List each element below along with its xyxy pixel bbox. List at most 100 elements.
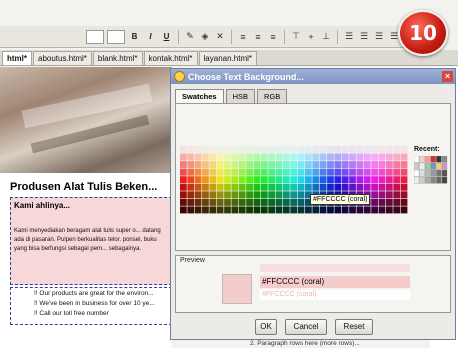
numbered-list-icon[interactable]: ☰ (358, 31, 370, 43)
color-swatch[interactable] (238, 161, 246, 169)
tab-rgb[interactable]: RGB (257, 89, 288, 103)
color-swatch[interactable] (385, 206, 393, 214)
color-swatch[interactable] (356, 146, 364, 153)
color-swatch[interactable] (356, 168, 364, 176)
bullet-list-icon[interactable]: ☰ (343, 31, 355, 43)
color-swatch[interactable] (327, 176, 334, 184)
color-swatch[interactable] (260, 161, 268, 169)
color-swatch[interactable] (305, 161, 312, 169)
color-swatch[interactable] (334, 153, 342, 161)
color-swatch[interactable] (282, 198, 290, 206)
color-swatch[interactable] (371, 161, 378, 169)
color-swatch[interactable] (282, 168, 290, 176)
tab-swatches[interactable]: Swatches (175, 89, 224, 103)
color-swatch[interactable] (194, 206, 202, 214)
color-swatch[interactable] (209, 153, 217, 161)
color-swatch[interactable] (297, 206, 305, 214)
color-swatch[interactable] (393, 176, 401, 184)
color-swatch[interactable] (187, 191, 195, 199)
color-swatch[interactable] (216, 153, 224, 161)
recent-swatch[interactable] (425, 169, 431, 177)
color-swatch[interactable] (209, 198, 217, 206)
color-swatch[interactable] (371, 168, 378, 176)
color-swatch[interactable] (400, 161, 408, 169)
color-swatch[interactable] (371, 191, 378, 199)
recent-swatch[interactable] (430, 176, 436, 184)
color-swatch[interactable] (327, 206, 334, 214)
color-swatch[interactable] (224, 146, 231, 153)
color-swatch[interactable] (385, 168, 393, 176)
color-swatch[interactable] (224, 161, 231, 169)
color-swatch[interactable] (282, 176, 290, 184)
color-swatch[interactable] (209, 191, 217, 199)
color-swatch[interactable] (231, 168, 239, 176)
recent-swatch[interactable] (419, 162, 425, 170)
color-swatch[interactable] (290, 191, 298, 199)
color-swatch[interactable] (216, 146, 224, 153)
color-swatch[interactable] (363, 153, 371, 161)
color-swatch[interactable] (349, 168, 356, 176)
color-swatch[interactable] (202, 206, 209, 214)
color-swatch[interactable] (327, 153, 334, 161)
color-swatch[interactable] (253, 183, 261, 191)
bold-button[interactable]: B (128, 30, 141, 44)
color-swatch[interactable] (216, 183, 224, 191)
color-swatch[interactable] (253, 168, 261, 176)
clear-format-icon[interactable]: ✕ (214, 31, 226, 43)
color-swatch[interactable] (327, 161, 334, 169)
color-swatch[interactable] (268, 183, 276, 191)
color-swatch[interactable] (378, 176, 386, 184)
color-swatch[interactable] (282, 146, 290, 153)
close-icon[interactable]: × (442, 71, 453, 82)
align-right-icon[interactable]: ≡ (267, 31, 279, 43)
color-swatch[interactable] (400, 183, 408, 191)
color-swatch[interactable] (253, 146, 261, 153)
color-swatch[interactable] (312, 176, 320, 184)
color-swatch[interactable] (216, 161, 224, 169)
text-color-icon[interactable]: ✎ (184, 31, 196, 43)
color-swatch[interactable] (363, 176, 371, 184)
color-swatch[interactable] (224, 153, 231, 161)
color-swatch[interactable] (393, 191, 401, 199)
color-swatch[interactable] (371, 153, 378, 161)
color-swatch[interactable] (180, 191, 187, 199)
color-swatch[interactable] (260, 153, 268, 161)
color-swatch[interactable] (385, 176, 393, 184)
color-swatch[interactable] (393, 153, 401, 161)
color-swatch[interactable] (238, 191, 246, 199)
tab-blank[interactable]: blank.html* (92, 51, 143, 65)
color-swatch[interactable] (385, 191, 393, 199)
color-swatch[interactable] (341, 153, 349, 161)
color-swatch[interactable] (378, 146, 386, 153)
color-swatch[interactable] (260, 176, 268, 184)
color-swatch[interactable] (202, 161, 209, 169)
color-swatch[interactable] (275, 206, 283, 214)
tab-layanan[interactable]: layanan.html* (198, 51, 258, 65)
color-swatch[interactable] (224, 183, 231, 191)
recent-swatch[interactable] (430, 162, 436, 170)
color-swatch[interactable] (224, 168, 231, 176)
color-swatch[interactable] (349, 183, 356, 191)
color-swatch[interactable] (260, 198, 268, 206)
recent-swatch[interactable] (425, 162, 431, 170)
color-swatch[interactable] (275, 176, 283, 184)
color-swatch[interactable] (297, 168, 305, 176)
color-swatch[interactable] (371, 183, 378, 191)
tab-hsb[interactable]: HSB (225, 89, 256, 103)
outdent-icon[interactable]: ☰ (373, 31, 385, 43)
color-swatch[interactable] (209, 176, 217, 184)
color-swatch[interactable] (268, 146, 276, 153)
italic-button[interactable]: I (144, 30, 157, 44)
color-swatch[interactable] (246, 198, 253, 206)
color-swatch[interactable] (378, 161, 386, 169)
color-swatch[interactable] (312, 146, 320, 153)
color-swatch[interactable] (268, 168, 276, 176)
color-swatch[interactable] (349, 176, 356, 184)
size-select[interactable] (107, 29, 125, 44)
color-swatch[interactable] (180, 161, 187, 169)
recent-swatch[interactable] (436, 156, 442, 163)
color-swatch[interactable] (319, 153, 327, 161)
color-swatch[interactable] (378, 183, 386, 191)
color-swatch[interactable] (378, 168, 386, 176)
color-swatch[interactable] (341, 176, 349, 184)
